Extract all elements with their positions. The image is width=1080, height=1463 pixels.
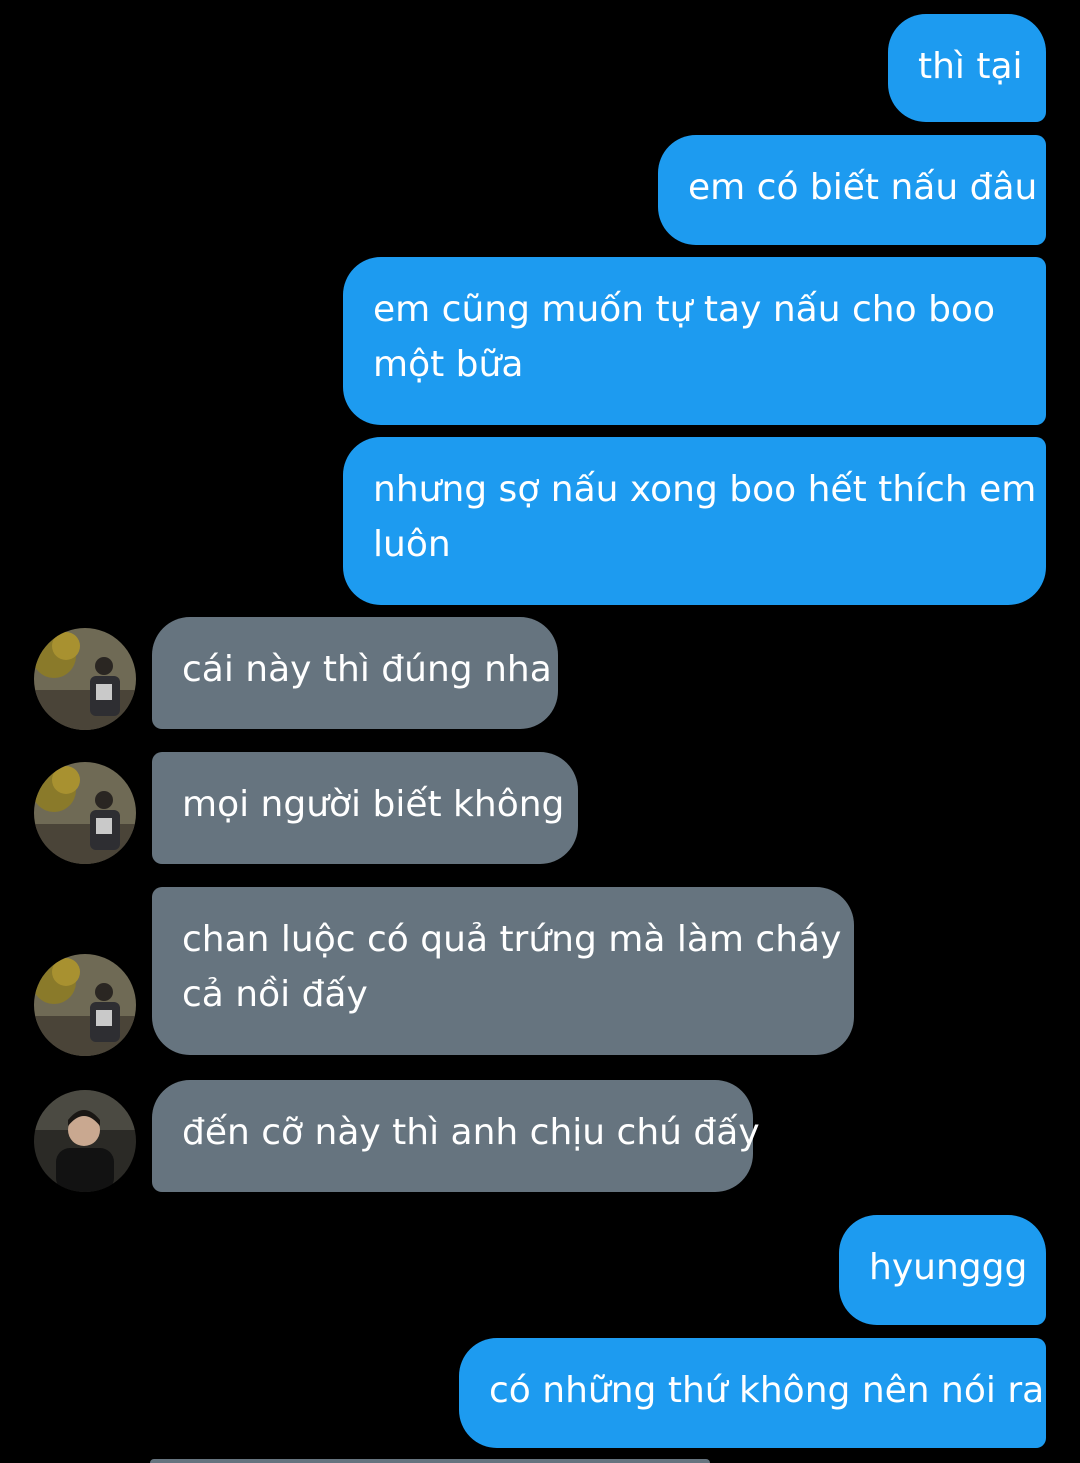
message-bubble-sent[interactable]: nhưng sợ nấu xong boo hết thích em luôn	[343, 437, 1046, 605]
message-text: em có biết nấu đâu	[688, 167, 1038, 208]
message-text-line: luôn	[373, 524, 451, 565]
message-bubble-received[interactable]: chan luộc có quả trứng mà làm cháy cả nồ…	[152, 887, 854, 1055]
message-text: đến cỡ này thì anh chịu chú đấy	[182, 1112, 760, 1153]
avatar-photo-icon	[34, 762, 136, 864]
message-text-line: một bữa	[373, 344, 524, 385]
avatar-photo-icon	[34, 954, 136, 1056]
message-bubble-received[interactable]: đến cỡ này thì anh chịu chú đấy	[152, 1080, 760, 1192]
message-text: thì tại	[918, 46, 1023, 87]
message-text: cái này thì đúng nha	[182, 649, 552, 690]
next-message-bubble-edge	[150, 1459, 710, 1463]
message-bubble-sent[interactable]: em cũng muốn tự tay nấu cho boo một bữa	[343, 257, 1046, 425]
message-text-line: chan luộc có quả trứng mà làm cháy	[182, 919, 842, 960]
message-bubble-received[interactable]: cái này thì đúng nha	[152, 617, 558, 729]
message-text: hyunggg	[869, 1247, 1028, 1288]
avatar-photo-icon	[34, 1090, 136, 1192]
message-bubble-sent[interactable]: có những thứ không nên nói ra	[459, 1338, 1046, 1448]
message-text-line: em cũng muốn tự tay nấu cho boo	[373, 289, 995, 330]
message-text-line: cả nồi đấy	[182, 974, 368, 1015]
message-text-line: nhưng sợ nấu xong boo hết thích em	[373, 469, 1037, 510]
message-bubble-sent[interactable]: em có biết nấu đâu	[658, 135, 1046, 245]
avatar-photo-icon	[34, 628, 136, 730]
message-text: có những thứ không nên nói ra	[489, 1370, 1045, 1411]
message-bubble-sent[interactable]: thì tại	[888, 14, 1046, 122]
avatar[interactable]	[34, 1090, 136, 1192]
message-bubble-received[interactable]: mọi người biết không	[152, 752, 578, 864]
message-bubble-sent[interactable]: hyunggg	[839, 1215, 1046, 1325]
avatar[interactable]	[34, 954, 136, 1056]
message-text: mọi người biết không	[182, 784, 565, 825]
avatar[interactable]	[34, 762, 136, 864]
avatar[interactable]	[34, 628, 136, 730]
